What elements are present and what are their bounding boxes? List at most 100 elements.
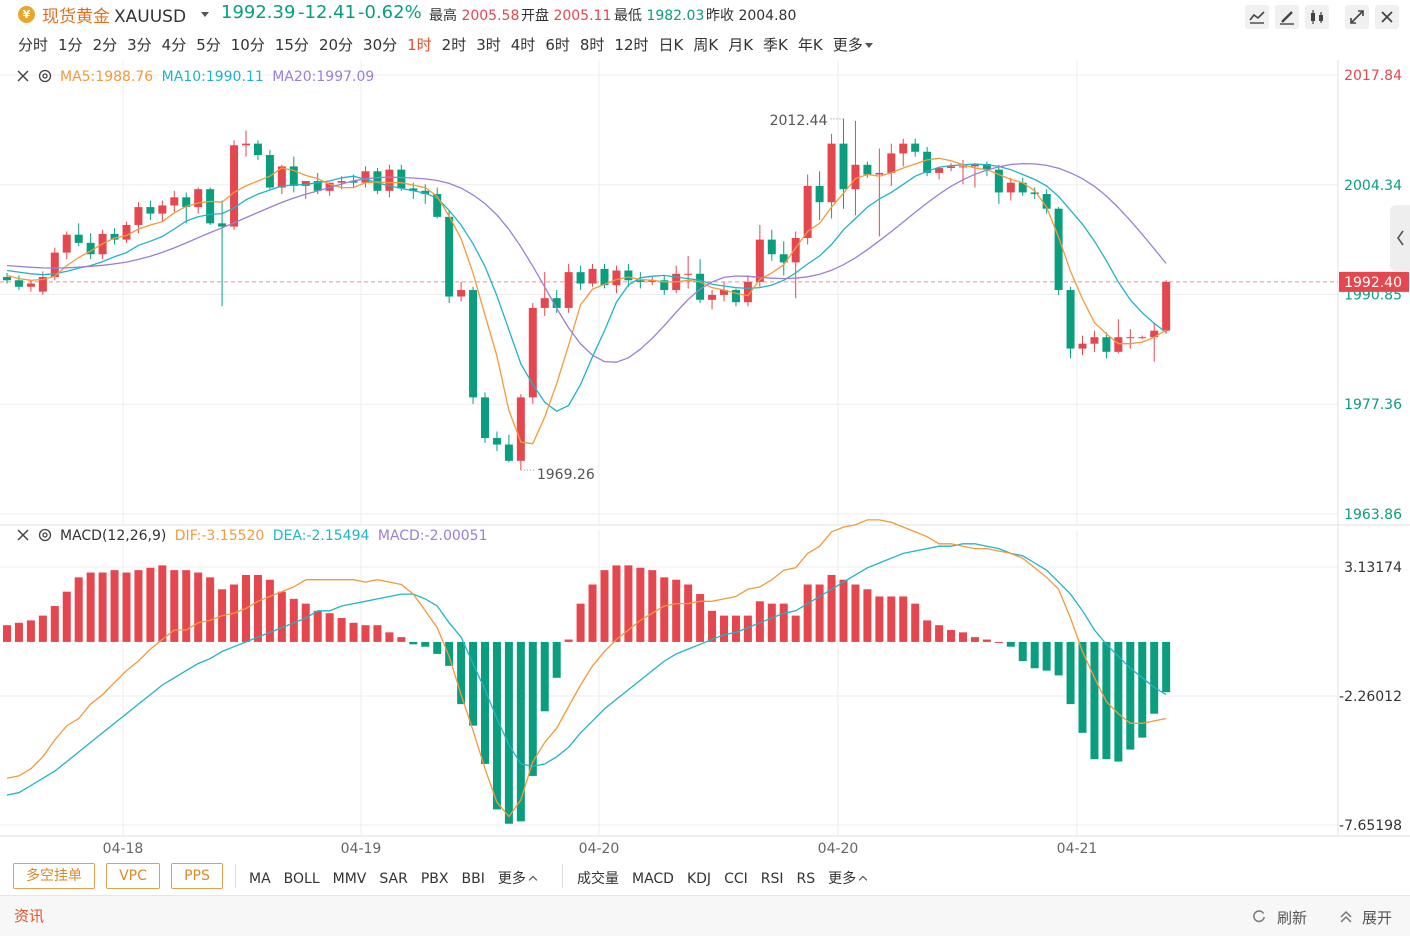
macd-bar	[14, 622, 23, 642]
period-more[interactable]: 更多	[833, 36, 883, 54]
period-16[interactable]: 12时	[614, 36, 648, 54]
chevron-down-icon[interactable]	[201, 12, 209, 17]
main_indicators-3[interactable]: SAR	[379, 871, 407, 887]
chevron-up-icon	[858, 875, 868, 885]
low-stat: 最低 1982.03	[614, 5, 704, 25]
order-book-chip[interactable]: 多空挂单	[13, 863, 95, 889]
macd-bar	[636, 567, 645, 642]
settings-icon[interactable]	[38, 69, 52, 83]
price-tick-label: 2017.84	[1344, 68, 1402, 84]
candle-body	[911, 143, 920, 152]
macd-bar	[146, 567, 155, 642]
candle-body	[1138, 337, 1147, 339]
period-2[interactable]: 2分	[93, 36, 118, 54]
macd-bar	[528, 641, 537, 776]
main_indicators-5[interactable]: BBI	[461, 871, 484, 887]
period-9[interactable]: 30分	[363, 36, 397, 54]
period-17[interactable]: 日K	[659, 36, 684, 54]
period-12[interactable]: 3时	[476, 36, 501, 54]
macd-bar	[851, 584, 860, 642]
period-21[interactable]: 年K	[798, 36, 823, 54]
candle-body	[839, 143, 848, 190]
close-icon[interactable]	[1375, 5, 1399, 29]
period-more-label: 更多	[832, 36, 863, 54]
period-10[interactable]: 1时	[407, 36, 432, 54]
main_indicators-2[interactable]: MMV	[333, 871, 367, 887]
macd-bar	[397, 637, 406, 642]
divider	[562, 864, 563, 888]
sub_indicators-more[interactable]: 更多	[828, 871, 879, 887]
sub_indicators-4[interactable]: RSI	[761, 871, 784, 887]
side-panel-toggle[interactable]	[1390, 205, 1410, 271]
fullscreen-icon[interactable]	[1345, 5, 1369, 29]
high-value: 2005.58	[461, 8, 520, 24]
period-6[interactable]: 10分	[231, 36, 265, 54]
period-19[interactable]: 月K	[728, 36, 753, 54]
time-tick-label: 04-20	[579, 841, 620, 857]
period-0[interactable]: 分时	[18, 36, 48, 54]
high-stat: 最高 2005.58	[429, 5, 519, 25]
macd-bar	[481, 641, 489, 764]
macd-bar	[1126, 641, 1135, 750]
period-14[interactable]: 6时	[545, 36, 570, 54]
candle-body	[540, 298, 549, 308]
chevron-up-icon	[528, 875, 538, 885]
candle-body	[242, 143, 250, 146]
macd-bar	[98, 572, 107, 642]
refresh-button[interactable]: 刷新	[1277, 907, 1307, 928]
open-value: 2005.11	[553, 8, 612, 24]
sub_indicators-2[interactable]: KDJ	[687, 871, 711, 887]
close-icon[interactable]	[16, 69, 30, 83]
draw-pen-icon[interactable]	[1275, 5, 1299, 29]
main_indicators-more[interactable]: 更多	[498, 871, 549, 887]
candle-body	[684, 273, 693, 275]
period-selector: 分时 1分 2分 3分 4分 5分 10分 15分 20分 30分 1时 2时 3时 4时 6时 8时 12时日…	[18, 34, 893, 56]
sub_indicators-1[interactable]: MACD	[632, 871, 674, 887]
period-11[interactable]: 2时	[442, 36, 467, 54]
settings-icon[interactable]	[38, 528, 52, 542]
refresh-icon[interactable]	[1252, 909, 1266, 923]
instrument-name: 现货黄金	[42, 7, 110, 27]
dif-line	[6, 519, 1167, 818]
vpc-chip[interactable]: VPC	[106, 863, 160, 889]
sub_indicators-3[interactable]: CCI	[724, 871, 748, 887]
candle-body	[636, 280, 645, 282]
expand-up-icon[interactable]	[1339, 910, 1353, 924]
period-18[interactable]: 周K	[693, 36, 718, 54]
candle-body	[1006, 182, 1015, 193]
period-3[interactable]: 3分	[127, 36, 152, 54]
candle-body	[158, 205, 167, 214]
macd-bar	[1018, 641, 1027, 662]
candle-style-icon[interactable]	[1305, 5, 1329, 29]
price-change: -12.41	[298, 2, 357, 23]
line-chart-icon[interactable]	[1245, 5, 1269, 29]
period-8[interactable]: 20分	[319, 36, 353, 54]
macd-bar	[791, 615, 800, 642]
period-4[interactable]: 4分	[162, 36, 187, 54]
instrument-title[interactable]: 现货黄金 XAUUSD	[42, 2, 186, 27]
expand-button[interactable]: 展开	[1362, 907, 1392, 928]
period-5[interactable]: 5分	[196, 36, 221, 54]
main_indicators-0[interactable]: MA	[249, 871, 271, 887]
period-20[interactable]: 季K	[763, 36, 788, 54]
chart-canvas[interactable]: 2017.842004.341990.851977.361963.863.131…	[0, 60, 1410, 858]
period-7[interactable]: 15分	[275, 36, 309, 54]
main-legend: MA5:1988.76 MA10:1990.11 MA20:1997.09	[16, 69, 374, 85]
period-15[interactable]: 8时	[580, 36, 605, 54]
sub_indicators-5[interactable]: RS	[797, 871, 816, 887]
news-tab[interactable]: 资讯	[14, 905, 44, 926]
close-icon[interactable]	[16, 528, 30, 542]
macd-bar	[803, 584, 812, 642]
candle-body	[1162, 281, 1171, 331]
candle-body	[516, 397, 525, 461]
macd-value: MACD:-2.00051	[377, 528, 488, 544]
pps-chip[interactable]: PPS	[171, 863, 223, 889]
main_indicators-1[interactable]: BOLL	[284, 871, 320, 887]
candle-body	[1090, 337, 1099, 344]
period-1[interactable]: 1分	[58, 36, 83, 54]
high-label: 最高	[429, 8, 457, 24]
macd-bar	[325, 613, 334, 642]
period-13[interactable]: 4时	[511, 36, 536, 54]
sub_indicators-0[interactable]: 成交量	[577, 871, 619, 887]
main_indicators-4[interactable]: PBX	[421, 871, 449, 887]
